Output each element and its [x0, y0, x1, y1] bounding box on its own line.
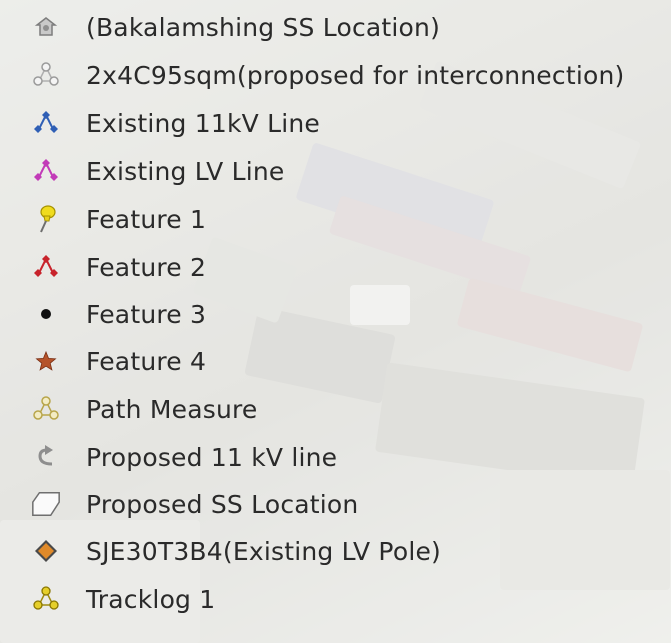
legend-item-label: Existing 11kV Line — [86, 108, 321, 138]
path-nodes-icon — [30, 393, 62, 425]
path-nodes-icon — [30, 155, 62, 187]
legend-item-label: Feature 1 — [86, 204, 207, 234]
star-icon — [30, 345, 62, 377]
polygon-icon — [30, 488, 62, 520]
legend-item-label: Tracklog 1 — [86, 584, 216, 614]
diamond-icon — [30, 535, 62, 567]
path-nodes-icon — [30, 107, 62, 139]
legend-item-label: Existing LV Line — [86, 156, 285, 186]
legend-item-label: Proposed 11 kV line — [86, 442, 338, 472]
legend-item[interactable]: Existing 11kV Line — [0, 99, 671, 147]
legend-item[interactable]: Path Measure — [0, 385, 671, 433]
path-nodes-icon — [30, 251, 62, 283]
house-placemark-icon — [30, 11, 62, 43]
legend-item[interactable]: (Bakalamshing SS Location) — [0, 3, 671, 51]
legend-item-label: Feature 3 — [86, 299, 207, 329]
legend-item-label: Proposed SS Location — [86, 489, 359, 519]
legend-item[interactable]: 2x4C95sqm(proposed for interconnection) — [0, 51, 671, 99]
legend-item[interactable]: SJE30T3B4(Existing LV Pole) — [0, 527, 671, 575]
legend-item[interactable]: Proposed SS Location — [0, 480, 671, 528]
legend-item[interactable]: Feature 2 — [0, 243, 671, 291]
legend-item[interactable]: Feature 4 — [0, 337, 671, 385]
dot-icon — [30, 298, 62, 330]
legend-item-label: Feature 4 — [86, 346, 207, 376]
legend-item-label: (Bakalamshing SS Location) — [86, 12, 441, 42]
legend-item-label: Path Measure — [86, 394, 258, 424]
legend-item-label: SJE30T3B4(Existing LV Pole) — [86, 536, 441, 566]
pushpin-icon — [30, 203, 62, 235]
path-nodes-icon — [30, 583, 62, 615]
legend-item[interactable]: Feature 3 — [0, 290, 671, 338]
path-nodes-icon — [30, 59, 62, 91]
legend-item-label: 2x4C95sqm(proposed for interconnection) — [86, 60, 625, 90]
legend-item-label: Feature 2 — [86, 252, 207, 282]
legend-item[interactable]: Tracklog 1 — [0, 575, 671, 623]
legend-item[interactable]: Existing LV Line — [0, 147, 671, 195]
map-legend: (Bakalamshing SS Location) 2x4C95sqm(pro… — [0, 0, 671, 643]
legend-item[interactable]: Feature 1 — [0, 195, 671, 243]
curved-arrow-icon — [30, 441, 62, 473]
legend-item[interactable]: Proposed 11 kV line — [0, 433, 671, 481]
